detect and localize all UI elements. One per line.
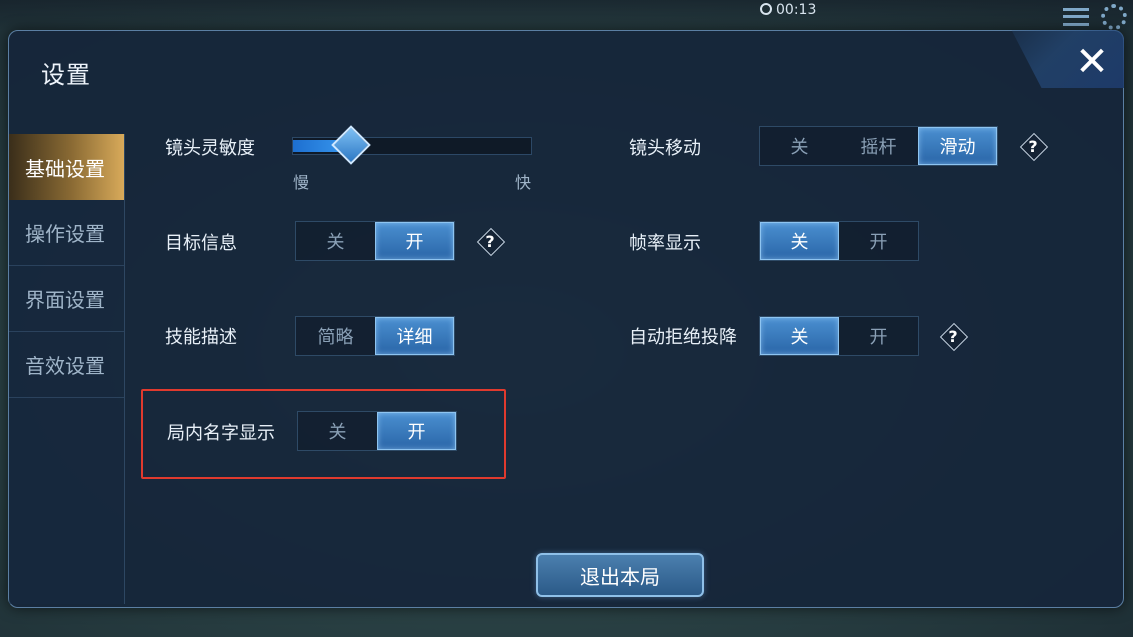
- sidebar-item-label: 操作设置: [25, 222, 105, 246]
- gear-icon[interactable]: [1101, 4, 1127, 30]
- auto-reject-surrender-label: 自动拒绝投降: [629, 327, 737, 348]
- ingame-name-display-on[interactable]: 开: [377, 412, 456, 450]
- camera-move-toggle: 关 摇杆 滑动: [759, 126, 998, 166]
- exit-match-button[interactable]: 退出本局: [536, 553, 704, 597]
- help-icon-glyph: ?: [485, 231, 495, 251]
- sidebar-item-sound[interactable]: 音效设置: [9, 332, 124, 398]
- camera-move-help-icon[interactable]: ?: [1019, 132, 1047, 160]
- clock-icon: [760, 3, 772, 15]
- exit-match-button-label: 退出本局: [580, 564, 660, 589]
- target-info-toggle: 关 开: [295, 221, 455, 261]
- skill-desc-detailed[interactable]: 详细: [375, 317, 454, 355]
- camera-sensitivity-slider[interactable]: [292, 125, 532, 165]
- auto-reject-surrender-off[interactable]: 关: [760, 317, 839, 355]
- fps-display-label: 帧率显示: [629, 233, 701, 254]
- skill-desc-toggle: 简略 详细: [295, 316, 455, 356]
- camera-move-joystick[interactable]: 摇杆: [839, 127, 918, 165]
- slider-thumb[interactable]: [330, 125, 371, 165]
- auto-reject-surrender-on[interactable]: 开: [839, 317, 918, 355]
- sidebar-item-label: 界面设置: [25, 288, 105, 312]
- help-icon-glyph: ?: [948, 326, 958, 346]
- ingame-name-display-label: 局内名字显示: [167, 423, 275, 444]
- fps-display-on[interactable]: 开: [839, 222, 918, 260]
- sidebar-item-basic[interactable]: 基础设置: [9, 134, 124, 200]
- skill-desc-label: 技能描述: [165, 327, 237, 348]
- help-icon-glyph: ?: [1028, 136, 1038, 156]
- camera-move-off[interactable]: 关: [760, 127, 839, 165]
- dialog-title: 设置: [41, 61, 91, 89]
- target-info-off[interactable]: 关: [296, 222, 375, 260]
- camera-move-label: 镜头移动: [629, 138, 701, 159]
- close-icon: ✕: [1075, 39, 1109, 85]
- ingame-name-display-off[interactable]: 关: [298, 412, 377, 450]
- game-timer: 00:13: [760, 2, 816, 18]
- target-info-on[interactable]: 开: [375, 222, 454, 260]
- skill-desc-brief[interactable]: 简略: [296, 317, 375, 355]
- auto-reject-surrender-toggle: 关 开: [759, 316, 919, 356]
- game-timer-text: 00:13: [776, 2, 817, 18]
- settings-dialog: ✕ 设置 基础设置 操作设置 界面设置 音效设置 镜头灵敏度 慢 快 镜头移动 …: [8, 30, 1124, 608]
- auto-reject-surrender-help-icon[interactable]: ?: [939, 322, 967, 350]
- sidebar-item-controls[interactable]: 操作设置: [9, 200, 124, 266]
- slider-max-label: 快: [515, 173, 532, 192]
- close-button[interactable]: ✕: [1069, 39, 1115, 85]
- fps-display-toggle: 关 开: [759, 221, 919, 261]
- sidebar-item-interface[interactable]: 界面设置: [9, 266, 124, 332]
- camera-move-swipe[interactable]: 滑动: [918, 127, 997, 165]
- camera-sensitivity-label: 镜头灵敏度: [165, 138, 255, 159]
- sidebar-item-label: 音效设置: [25, 354, 105, 378]
- ingame-name-display-toggle: 关 开: [297, 411, 457, 451]
- settings-sidebar: 基础设置 操作设置 界面设置 音效设置: [9, 134, 125, 604]
- fps-display-off[interactable]: 关: [760, 222, 839, 260]
- sidebar-item-label: 基础设置: [25, 156, 105, 181]
- target-info-help-icon[interactable]: ?: [476, 227, 504, 255]
- target-info-label: 目标信息: [165, 233, 237, 254]
- menu-icon[interactable]: [1063, 8, 1089, 26]
- game-hud-bar: [0, 0, 1133, 30]
- slider-min-label: 慢: [293, 173, 310, 192]
